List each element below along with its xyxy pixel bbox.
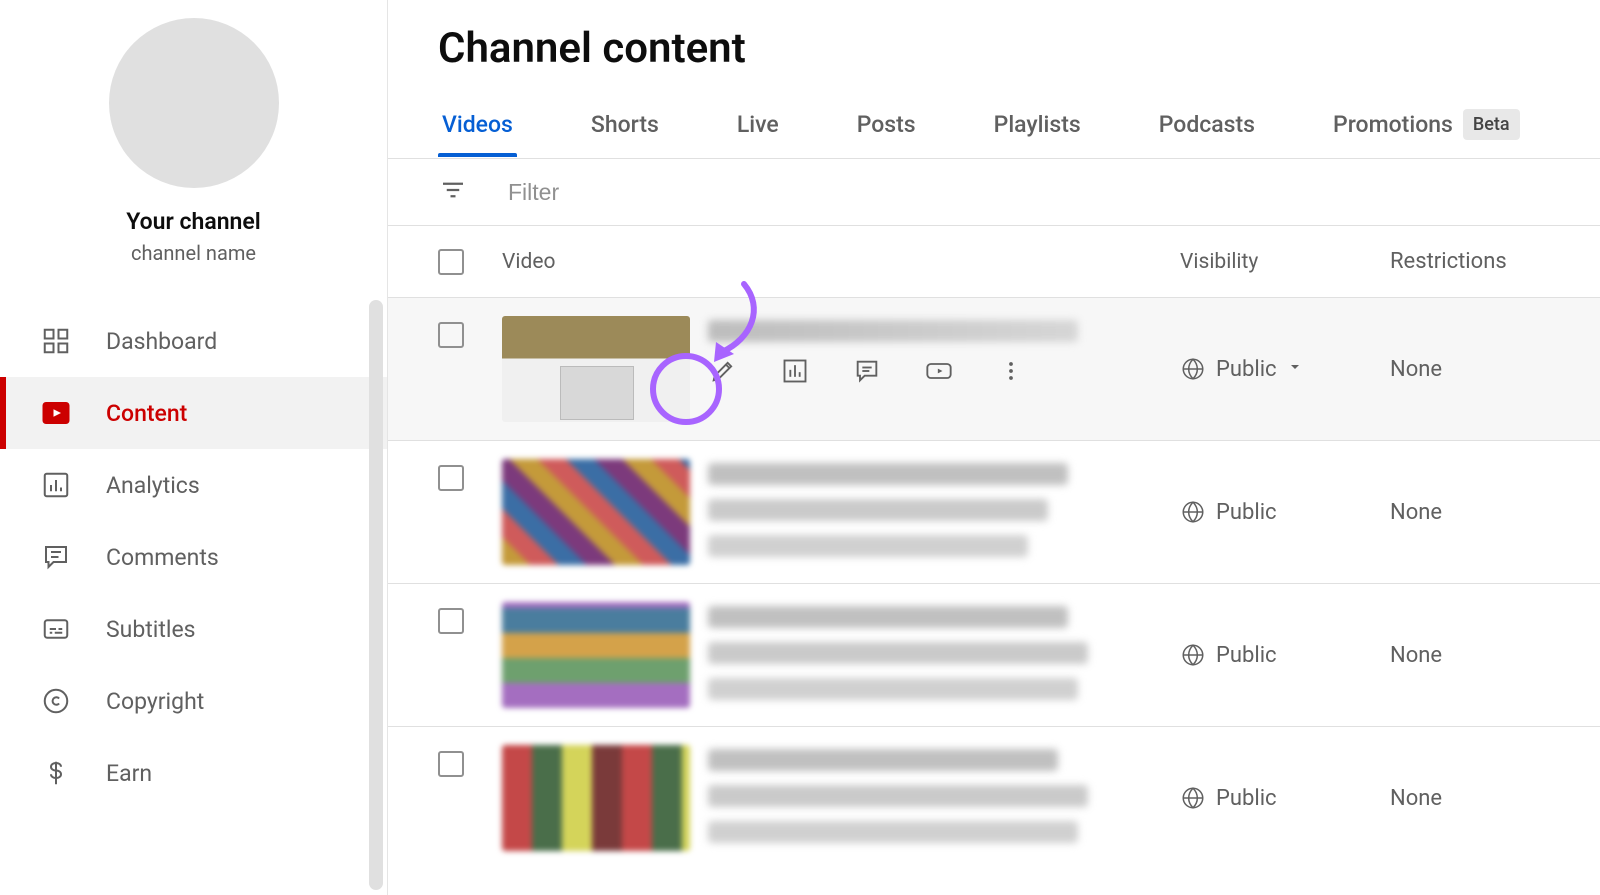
tab-shorts[interactable]: Shorts xyxy=(587,93,663,156)
sidebar-item-analytics[interactable]: Analytics xyxy=(0,449,387,521)
restrictions-cell: None xyxy=(1390,357,1550,382)
analytics-icon xyxy=(40,469,72,501)
restrictions-cell: None xyxy=(1390,643,1550,668)
video-thumbnail[interactable] xyxy=(502,459,690,565)
globe-icon xyxy=(1180,499,1206,525)
table-header: Video Visibility Restrictions xyxy=(388,226,1600,298)
sidebar-item-label: Copyright xyxy=(106,688,204,715)
comments-icon xyxy=(40,541,72,573)
filter-row xyxy=(388,159,1600,226)
visibility-cell[interactable]: Public xyxy=(1180,785,1390,811)
column-header-visibility[interactable]: Visibility xyxy=(1180,250,1390,274)
video-thumbnail[interactable] xyxy=(502,745,690,851)
visibility-cell[interactable]: Public xyxy=(1180,356,1390,382)
subtitles-icon xyxy=(40,613,72,645)
video-title-blurred xyxy=(708,678,1078,700)
table-row[interactable]: Public None xyxy=(388,298,1600,441)
visibility-text: Public xyxy=(1216,500,1277,525)
more-icon[interactable] xyxy=(996,356,1026,386)
sidebar-item-copyright[interactable]: Copyright xyxy=(0,665,387,737)
column-header-restrictions[interactable]: Restrictions xyxy=(1390,249,1550,274)
row-checkbox[interactable] xyxy=(438,751,464,777)
sidebar-item-content[interactable]: Content xyxy=(0,377,387,449)
sidebar-item-label: Analytics xyxy=(106,472,200,499)
row-checkbox[interactable] xyxy=(438,465,464,491)
sidebar-item-label: Earn xyxy=(106,760,152,787)
visibility-text: Public xyxy=(1216,786,1277,811)
profile-subtitle: channel name xyxy=(131,241,256,265)
video-title-blurred xyxy=(708,463,1068,485)
youtube-icon[interactable] xyxy=(924,356,954,386)
table-row[interactable]: Public None xyxy=(388,441,1600,584)
video-table: Video Visibility Restrictions xyxy=(388,226,1600,895)
video-title-blurred xyxy=(708,320,1078,342)
sidebar-item-dashboard[interactable]: Dashboard xyxy=(0,305,387,377)
tab-podcasts[interactable]: Podcasts xyxy=(1155,93,1259,156)
content-icon xyxy=(40,397,72,429)
comments-icon[interactable] xyxy=(852,356,882,386)
video-title-blurred xyxy=(708,749,1058,771)
video-title-blurred xyxy=(708,535,1028,557)
visibility-cell[interactable]: Public xyxy=(1180,499,1390,525)
tab-label: Promotions xyxy=(1333,111,1453,138)
globe-icon xyxy=(1180,356,1206,382)
page-title: Channel content xyxy=(388,0,1600,91)
visibility-cell[interactable]: Public xyxy=(1180,642,1390,668)
row-checkbox[interactable] xyxy=(438,322,464,348)
main-content: Channel content Videos Shorts Live Posts… xyxy=(388,0,1600,895)
sidebar-item-label: Subtitles xyxy=(106,616,196,643)
video-title-blurred xyxy=(708,821,1078,843)
video-title-blurred xyxy=(708,785,1088,807)
sidebar-item-comments[interactable]: Comments xyxy=(0,521,387,593)
globe-icon xyxy=(1180,642,1206,668)
sidebar-item-subtitles[interactable]: Subtitles xyxy=(0,593,387,665)
video-thumbnail[interactable] xyxy=(502,602,690,708)
earn-icon xyxy=(40,757,72,789)
tab-posts[interactable]: Posts xyxy=(853,93,920,156)
sidebar-item-earn[interactable]: Earn xyxy=(0,737,387,809)
video-title-blurred xyxy=(708,642,1088,664)
profile-title: Your channel xyxy=(126,208,261,235)
profile-block: Your channel channel name xyxy=(0,0,387,289)
tab-playlists[interactable]: Playlists xyxy=(990,93,1085,156)
sidebar-nav: Dashboard Content Analytics Comments xyxy=(0,305,387,809)
visibility-text: Public xyxy=(1216,643,1277,668)
row-actions xyxy=(708,356,1180,386)
sidebar-item-label: Comments xyxy=(106,544,219,571)
beta-badge: Beta xyxy=(1463,109,1520,140)
tab-live[interactable]: Live xyxy=(733,93,783,156)
restrictions-cell: None xyxy=(1390,786,1550,811)
row-checkbox[interactable] xyxy=(438,608,464,634)
select-all-checkbox[interactable] xyxy=(438,249,464,275)
column-header-video[interactable]: Video xyxy=(502,250,1180,274)
tab-videos[interactable]: Videos xyxy=(438,93,517,156)
tab-promotions[interactable]: Promotions Beta xyxy=(1329,91,1524,158)
dashboard-icon xyxy=(40,325,72,357)
analytics-icon[interactable] xyxy=(780,356,810,386)
filter-icon[interactable] xyxy=(438,175,468,209)
video-title-blurred xyxy=(708,499,1048,521)
content-tabs: Videos Shorts Live Posts Playlists Podca… xyxy=(388,91,1600,159)
sidebar-item-label: Dashboard xyxy=(106,328,217,355)
edit-icon[interactable] xyxy=(708,356,738,386)
video-title-blurred xyxy=(708,606,1068,628)
table-row[interactable]: Public None xyxy=(388,584,1600,727)
restrictions-cell: None xyxy=(1390,500,1550,525)
video-thumbnail[interactable] xyxy=(502,316,690,422)
visibility-text: Public xyxy=(1216,357,1277,382)
filter-input[interactable] xyxy=(508,179,908,206)
sidebar-item-label: Content xyxy=(106,400,187,427)
sidebar-scrollbar[interactable] xyxy=(369,300,383,890)
globe-icon xyxy=(1180,785,1206,811)
avatar[interactable] xyxy=(109,18,279,188)
copyright-icon xyxy=(40,685,72,717)
chevron-down-icon xyxy=(1287,359,1307,379)
table-row[interactable]: Public None xyxy=(388,727,1600,869)
sidebar: Your channel channel name Dashboard Cont… xyxy=(0,0,388,895)
